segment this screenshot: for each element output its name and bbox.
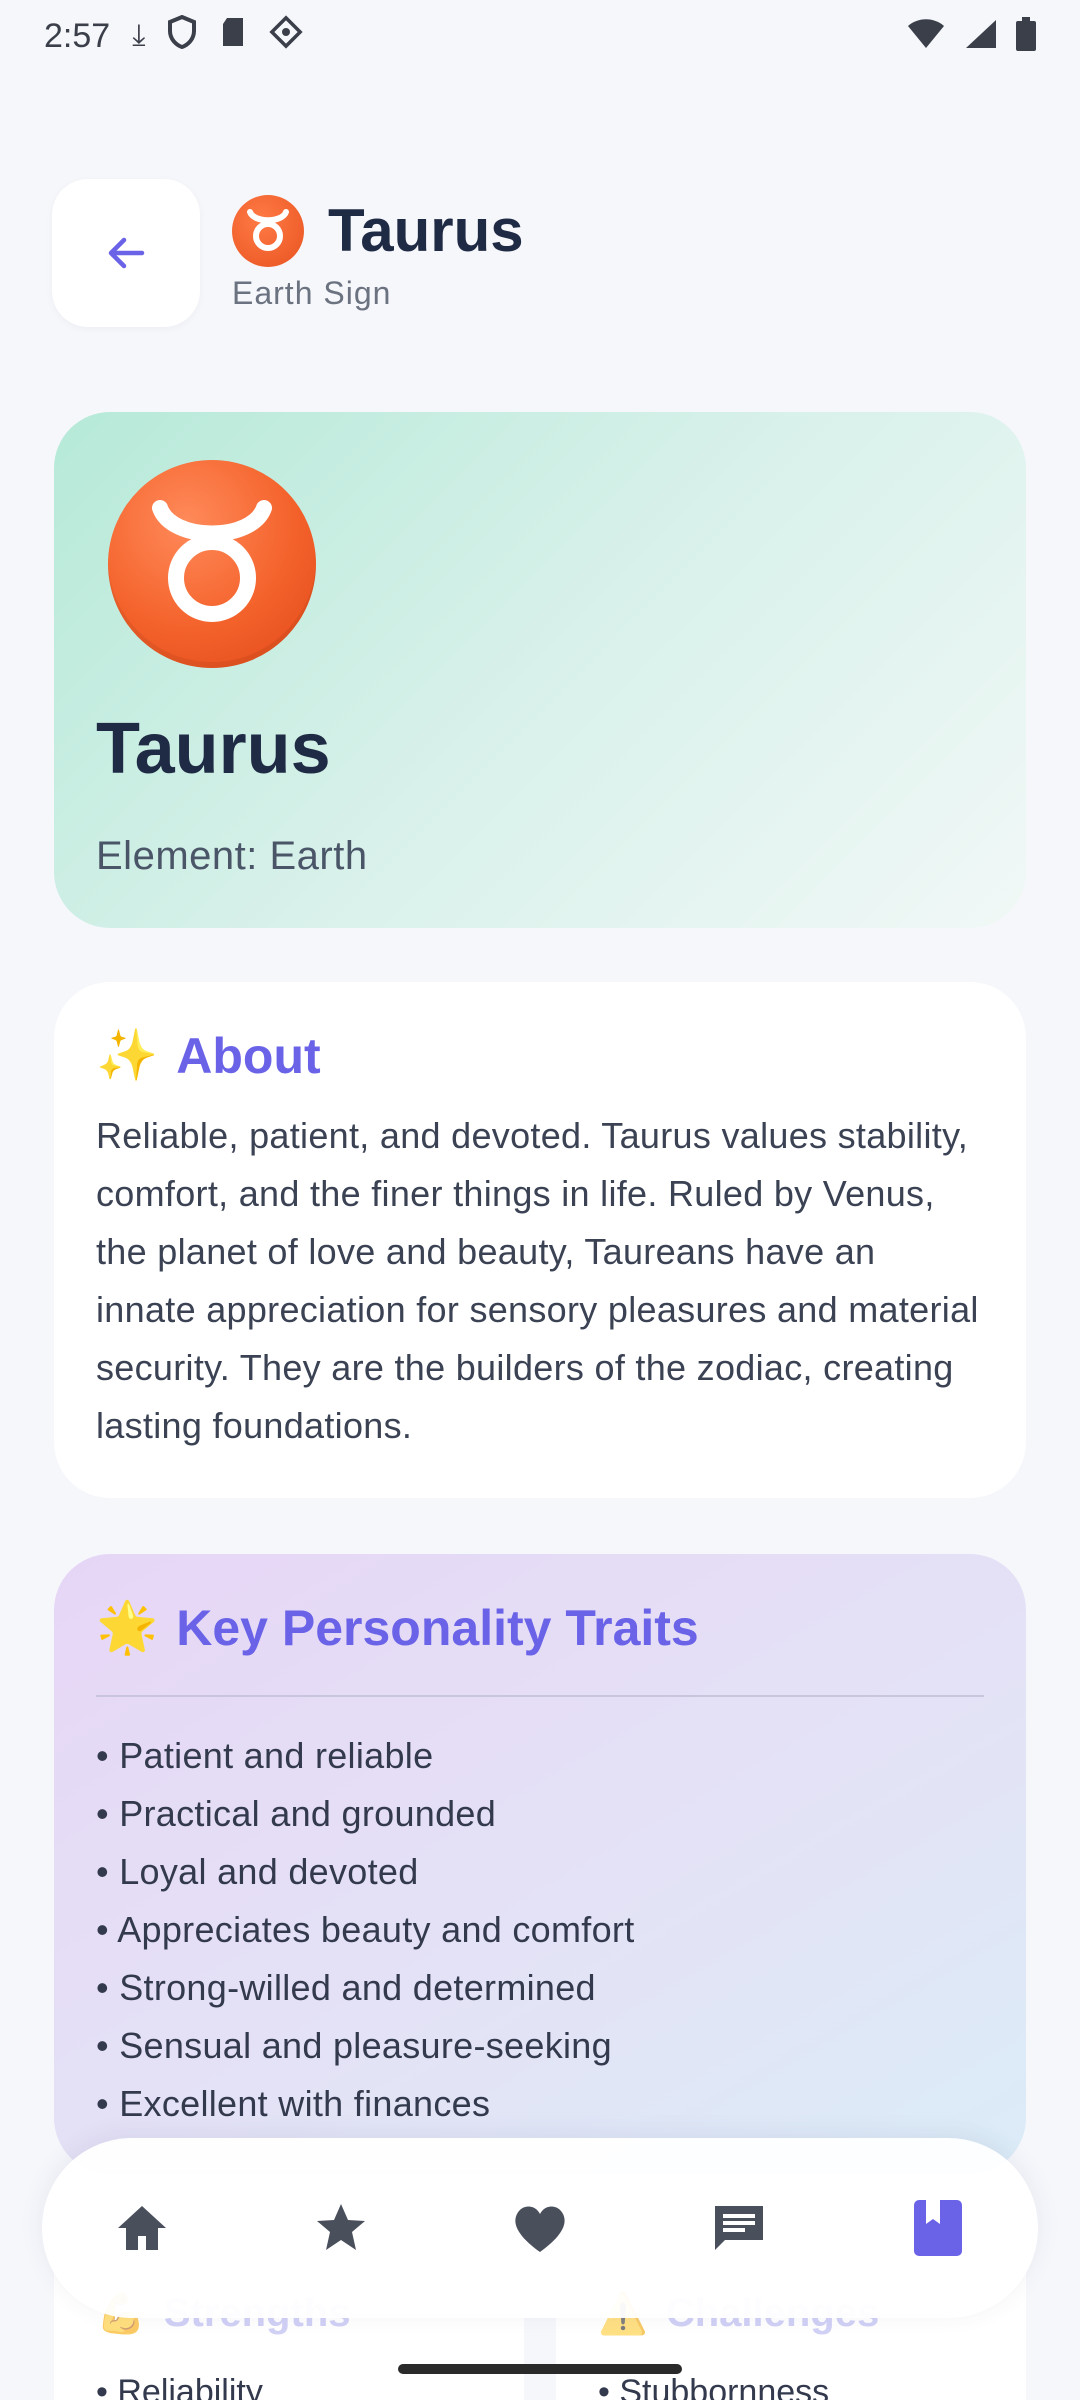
about-card: ✨ About Reliable, patient, and devoted. … [54, 982, 1026, 1498]
chat-icon [715, 2206, 764, 2250]
traits-title-text: Key Personality Traits [176, 1599, 699, 1656]
sign-hero-card: Taurus Element: Earth [54, 412, 1026, 928]
status-right [906, 16, 1036, 56]
taurus-symbol-icon [108, 460, 316, 668]
status-time: 2:57 [44, 16, 111, 55]
hero-element: Element: Earth [96, 834, 368, 878]
arrow-left-icon [108, 237, 145, 269]
page-title-text: Taurus [328, 197, 524, 264]
status-left: 2:57 ⤓ [44, 14, 304, 57]
nav-library[interactable] [883, 2173, 993, 2283]
list-item: • Strong-willed and determined [96, 1967, 596, 2008]
strength-item: • Reliability [96, 2373, 263, 2400]
traits-list: • Patient and reliable • Practical and g… [96, 1727, 984, 2133]
list-item: • Patient and reliable [96, 1735, 434, 1776]
diamond-icon [269, 15, 304, 57]
list-item: • Sensual and pleasure-seeking [96, 2025, 612, 2066]
shield-icon [167, 14, 197, 57]
wifi-icon [906, 18, 946, 55]
book-icon [914, 2200, 963, 2256]
star-icon [316, 2204, 365, 2250]
hero-title: Taurus [96, 709, 331, 789]
back-button[interactable] [52, 179, 200, 327]
nav-home[interactable] [87, 2173, 197, 2283]
list-item: • Excellent with finances [96, 2083, 491, 2124]
nav-chat[interactable] [684, 2173, 794, 2283]
sd-card-icon [219, 16, 247, 56]
traits-card: 🌟 Key Personality Traits • Patient and r… [54, 1554, 1026, 2174]
about-body: Reliable, patient, and devoted. Taurus v… [96, 1115, 979, 1446]
about-title-text: About [176, 1027, 321, 1084]
heart-icon [515, 2206, 565, 2252]
battery-icon [1016, 16, 1036, 56]
signal-icon [964, 18, 998, 55]
home-icon [117, 2206, 166, 2250]
page-title: Taurus [232, 194, 524, 267]
list-item: • Appreciates beauty and comfort [96, 1909, 635, 1950]
sparkles-icon: ✨ [96, 1027, 159, 1083]
nav-favorites[interactable] [286, 2173, 396, 2283]
glowing-star-icon: 🌟 [96, 1599, 159, 1655]
traits-title: 🌟 Key Personality Traits [96, 1598, 984, 1657]
divider [96, 1695, 984, 1697]
home-indicator[interactable] [398, 2364, 682, 2374]
about-title: ✨ About [96, 1026, 984, 1085]
header-text: Taurus Earth Sign [232, 194, 524, 312]
nav-compatibility[interactable] [485, 2173, 595, 2283]
download-icon: ⤓ [132, 19, 146, 52]
bottom-navigation [42, 2138, 1038, 2318]
challenge-item: • Stubbornness [598, 2373, 830, 2400]
page-subtitle: Earth Sign [232, 274, 392, 311]
status-bar: 2:57 ⤓ [0, 0, 1080, 72]
taurus-symbol-icon [232, 194, 304, 267]
list-item: • Loyal and devoted [96, 1851, 419, 1892]
list-item: • Practical and grounded [96, 1793, 497, 1834]
header: Taurus Earth Sign [52, 178, 1028, 328]
